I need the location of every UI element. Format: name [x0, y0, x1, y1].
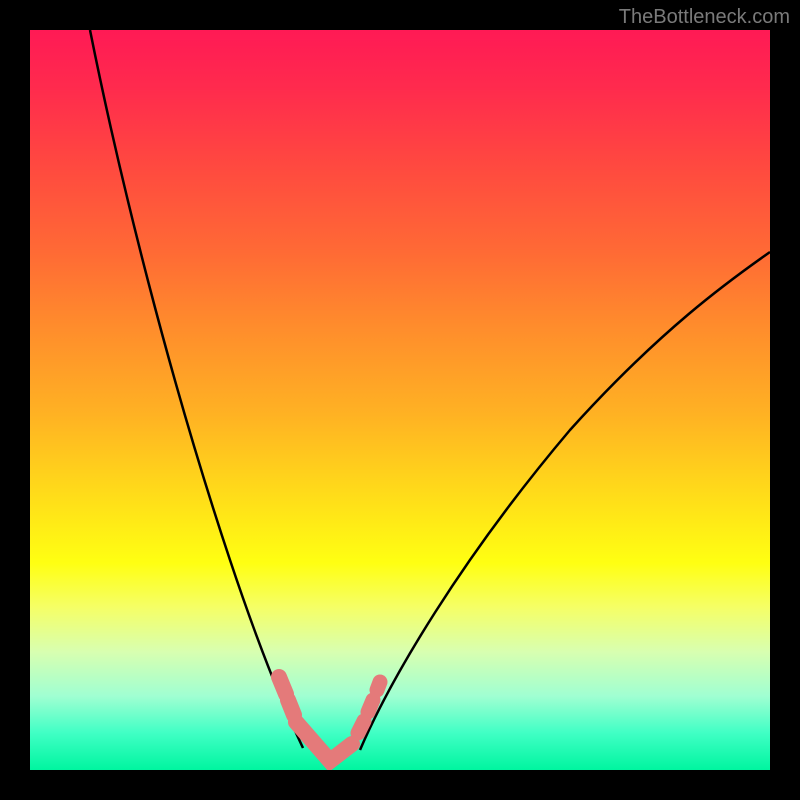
marker-group-right: [358, 682, 380, 733]
chart-plot-area: [30, 30, 770, 770]
marker-group-left: [279, 677, 352, 761]
watermark-text: TheBottleneck.com: [619, 6, 790, 29]
chart-curve-right: [360, 252, 770, 750]
chart-svg: [30, 30, 770, 770]
chart-curve-left: [90, 30, 303, 748]
